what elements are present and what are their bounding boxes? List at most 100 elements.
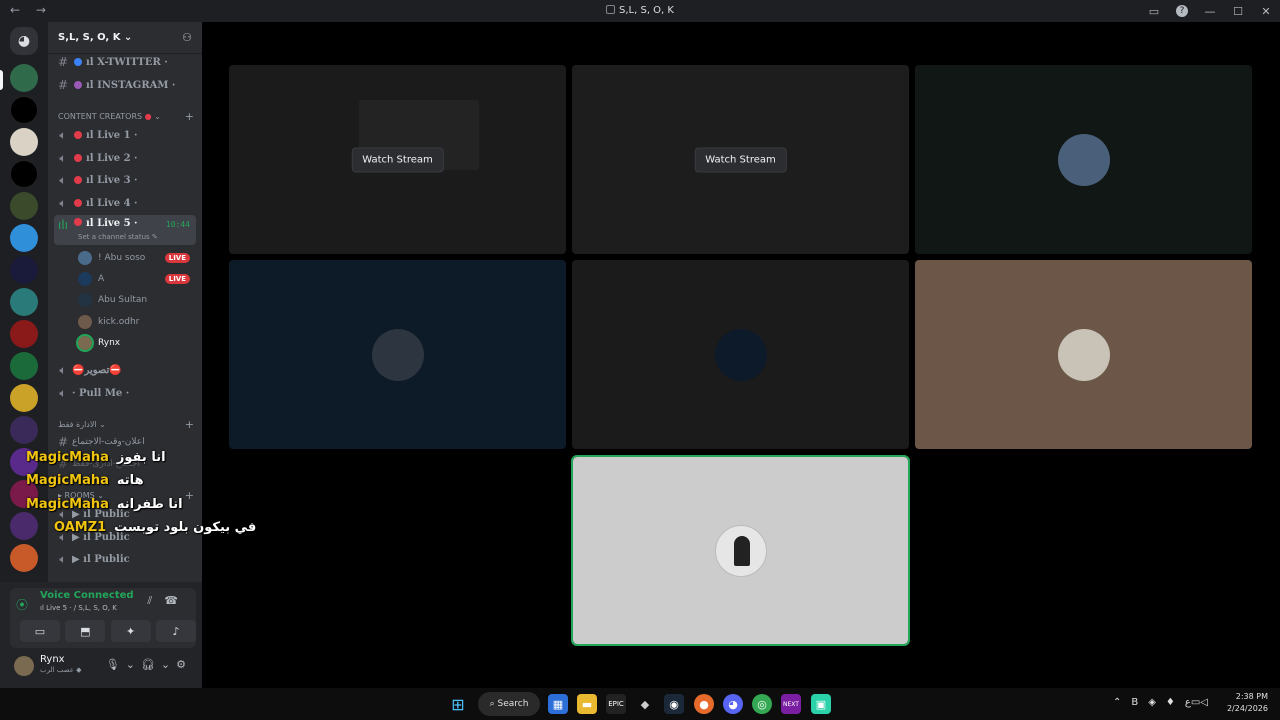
participant-tile[interactable] <box>229 260 566 449</box>
firefox-icon[interactable]: ● <box>694 694 714 714</box>
server-icon-10[interactable] <box>10 352 38 380</box>
watch-stream-button[interactable]: Watch Stream <box>694 147 787 172</box>
discord-home-icon[interactable]: ◕ <box>10 27 38 55</box>
participant-tile[interactable] <box>915 65 1252 254</box>
server-icon-16[interactable] <box>10 544 38 572</box>
voice-status[interactable]: Voice Connected <box>40 590 134 601</box>
close-button[interactable]: ✕ <box>1252 5 1280 18</box>
avatar <box>1057 328 1110 381</box>
signal-icon[interactable]: ⦿ <box>16 596 28 613</box>
file-explorer-icon[interactable]: ▬ <box>577 694 597 714</box>
voice-user[interactable]: ! Abu soso LIVE <box>78 248 194 268</box>
avatar <box>714 328 767 381</box>
server-icon-5[interactable] <box>10 192 38 220</box>
server-icon-11[interactable] <box>10 384 38 412</box>
server-icon-8[interactable] <box>10 288 38 316</box>
channel-x-twitter[interactable]: # ıl X-TWITTER · <box>54 52 196 72</box>
server-icon-3[interactable] <box>10 128 38 156</box>
server-name: S,L, S, O, K ⌄ <box>58 32 133 43</box>
channel-instagram[interactable]: # ıl INSTAGRAM · <box>54 75 196 95</box>
participant-tile-speaking[interactable] <box>571 455 910 646</box>
voice-channel-name[interactable]: ıl Live 5 · / S,L, S, O, K <box>40 604 117 612</box>
overlay-user: MagicMaha <box>26 473 109 488</box>
stream-tile[interactable]: Watch Stream <box>229 65 566 254</box>
camera-off-icon[interactable]: ▭ <box>20 620 60 642</box>
help-icon[interactable]: ? <box>1176 5 1188 17</box>
voice-user[interactable]: Rynx <box>76 333 194 353</box>
voice-channel-pull-me[interactable]: 🔈︎ · Pull Me · <box>54 383 196 403</box>
server-icon-2[interactable] <box>10 96 38 124</box>
category-admin[interactable]: الادارة فقط ⌄ + <box>58 418 194 431</box>
discord-icon[interactable]: ◕ <box>723 694 743 714</box>
voice-channel-photo[interactable]: 🔈︎ ⛔تصوير⛔ <box>54 360 196 380</box>
chevron-down-icon[interactable]: ⌄ <box>161 658 176 671</box>
channel-status[interactable]: Set a channel status ✎ <box>78 233 158 241</box>
unity-icon[interactable]: ◆ <box>635 694 655 714</box>
search-button[interactable]: ⌕ Search <box>478 692 540 716</box>
channel-label: اعلان-وقت-الاجتماع <box>72 437 145 447</box>
hashtag-icon: # <box>57 78 69 92</box>
avatar <box>371 328 424 381</box>
microphone-icon[interactable]: 🎙︎ <box>106 658 126 671</box>
watch-stream-button[interactable]: Watch Stream <box>351 147 444 172</box>
avatar[interactable] <box>14 656 34 676</box>
add-channel-icon[interactable]: + <box>185 489 194 502</box>
add-channel-icon[interactable]: + <box>185 418 194 431</box>
add-user-icon[interactable]: ⚇ <box>182 31 192 44</box>
voice-channel-live-3[interactable]: 🔈︎ ıl Live 3 · <box>54 170 196 190</box>
participant-tile[interactable] <box>915 260 1252 449</box>
window-title: S,L, S, O, K <box>0 5 1280 16</box>
voice-user[interactable]: kick.odhr <box>78 312 194 332</box>
server-icon-7[interactable] <box>10 256 38 284</box>
voice-channel-public[interactable]: 🔈︎ ▶ ıl Public <box>54 549 196 569</box>
inbox-icon[interactable]: ▭ <box>1140 5 1168 18</box>
hashtag-icon: # <box>57 435 69 449</box>
store-icon[interactable]: ▦ <box>548 694 568 714</box>
server-icon-15[interactable] <box>10 512 38 540</box>
voice-channel-live-5[interactable]: ılı ıl Live 5 · 10:44 Set a channel statu… <box>54 215 196 245</box>
volume-icon[interactable]: ◁ <box>1200 697 1208 708</box>
minimize-button[interactable]: — <box>1196 5 1224 18</box>
network-app-icon[interactable]: ◈ <box>1148 697 1166 708</box>
start-icon[interactable]: ⊞ <box>448 694 468 714</box>
channel-label: ıl Live 1 · <box>86 129 138 141</box>
microphone-icon[interactable]: ♦ <box>1166 697 1185 708</box>
stream-tile[interactable]: Watch Stream <box>572 65 909 254</box>
participant-tile[interactable] <box>572 260 909 449</box>
category-content-creators[interactable]: CONTENT CREATORS ● ⌄ + <box>58 110 194 123</box>
app-icon[interactable]: ▣ <box>811 694 831 714</box>
server-header[interactable]: S,L, S, O, K ⌄ ⚇ <box>48 22 202 54</box>
chevron-down-icon[interactable]: ⌄ <box>126 658 141 671</box>
chrome-icon[interactable]: ◎ <box>752 694 772 714</box>
chevron-up-icon[interactable]: ⌃ <box>1113 697 1131 708</box>
steam-icon[interactable]: ◉ <box>664 694 684 714</box>
voice-channel-live-1[interactable]: 🔈︎ ıl Live 1 · <box>54 125 196 145</box>
voice-channel-live-4[interactable]: 🔈︎ ıl Live 4 · <box>54 193 196 213</box>
epic-games-icon[interactable]: EPIC <box>606 694 626 714</box>
add-channel-icon[interactable]: + <box>185 110 194 123</box>
server-icon-9[interactable] <box>10 320 38 348</box>
server-icon-4[interactable] <box>10 160 38 188</box>
noise-suppression-icon[interactable]: ⫽ <box>147 594 164 607</box>
server-icon-6[interactable] <box>10 224 38 252</box>
clock[interactable]: 2:38 PM 2/24/2026 <box>1227 691 1268 715</box>
server-icon-1[interactable] <box>10 64 38 92</box>
disconnect-icon[interactable]: ☎ <box>164 594 190 607</box>
display-icon[interactable]: ▭ <box>1191 697 1200 708</box>
headphones-icon[interactable]: 🎧︎ <box>141 658 161 671</box>
next-icon[interactable]: NEXT <box>781 694 801 714</box>
maximize-button[interactable]: ☐ <box>1224 5 1252 18</box>
server-icon-12[interactable] <box>10 416 38 444</box>
voice-channel-live-2[interactable]: 🔈︎ ıl Live 2 · <box>54 148 196 168</box>
soundboard-icon[interactable]: ♪ <box>155 620 196 642</box>
gear-icon[interactable]: ⚙ <box>176 658 192 671</box>
voice-user[interactable]: A LIVE <box>78 269 194 289</box>
screen-share-icon[interactable]: ⬒ <box>65 620 106 642</box>
voice-user[interactable]: Abu Sultan <box>78 290 194 310</box>
channel-label: ıl INSTAGRAM · <box>86 79 176 91</box>
channel-meeting-announcement[interactable]: # اعلان-وقت-الاجتماع <box>54 432 196 452</box>
tray-app-icon[interactable]: B <box>1131 697 1148 708</box>
search-label: Search <box>497 699 529 709</box>
activities-icon[interactable]: ✦ <box>110 620 151 642</box>
overlay-user: MagicMaha <box>26 450 109 465</box>
